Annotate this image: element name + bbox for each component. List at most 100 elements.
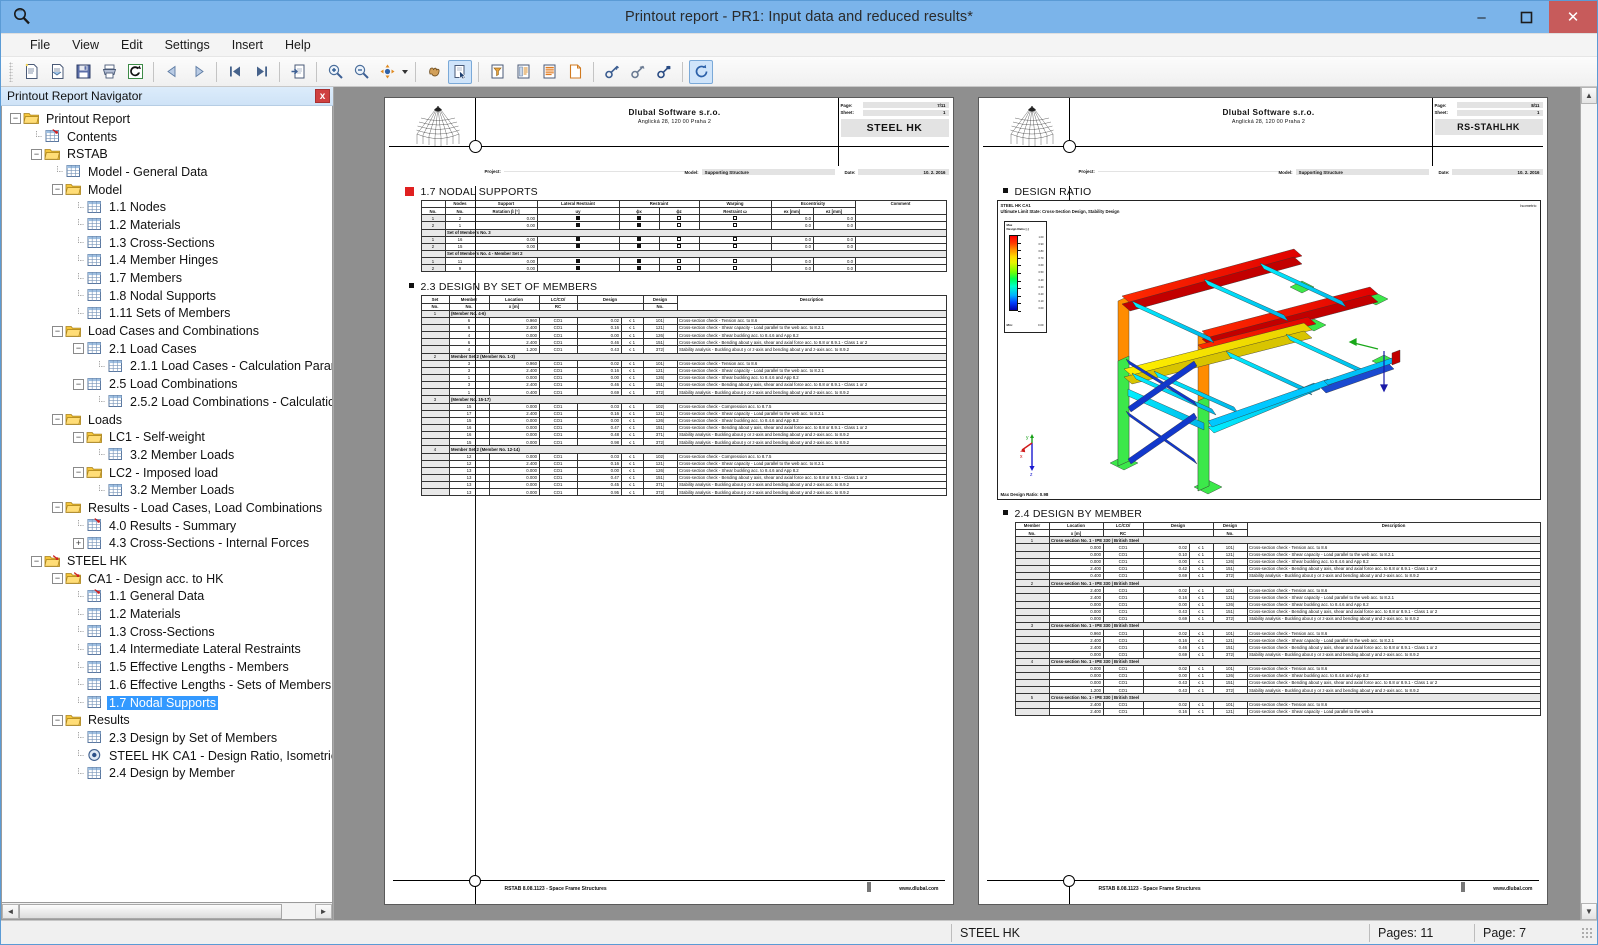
tree-item-printout-report[interactable]: − Printout Report	[6, 110, 332, 128]
tree-item-2-1-load-cases[interactable]: − 2.1 Load Cases	[6, 340, 332, 358]
navigator-horizontal-scrollbar[interactable]: ◄ ►	[1, 903, 333, 920]
menu-help[interactable]: Help	[274, 35, 322, 55]
viewer-vertical-scrollbar[interactable]: ▲ ▼	[1580, 87, 1597, 920]
open-report-icon[interactable]	[45, 60, 69, 84]
scrollbar-track[interactable]	[1581, 104, 1597, 903]
previous-page-icon[interactable]	[160, 60, 184, 84]
tree-collapse-icon[interactable]: −	[52, 573, 63, 585]
tree-item-1-2-materials[interactable]: 1.2 Materials	[6, 605, 332, 623]
filter-page-icon[interactable]	[485, 60, 509, 84]
tree-item-1-4-intermediate-lateral-restraints[interactable]: 1.4 Intermediate Lateral Restraints	[6, 641, 332, 659]
tree-item-4-3-cross-sections-internal-forces[interactable]: +4.3 Cross-Sections - Internal Forces	[6, 535, 332, 553]
select-pointer-icon[interactable]	[448, 59, 472, 84]
tree-item-load-cases-and-combinations[interactable]: − Load Cases and Combinations	[6, 322, 332, 340]
zoom-out-icon[interactable]	[349, 60, 373, 84]
tree-collapse-icon[interactable]: −	[73, 431, 84, 443]
tree-collapse-icon[interactable]: −	[73, 378, 84, 390]
print-icon[interactable]	[97, 60, 121, 84]
tree-collapse-icon[interactable]: −	[31, 148, 42, 160]
tree-collapse-icon[interactable]: −	[73, 467, 84, 479]
close-button[interactable]: ✕	[1549, 1, 1597, 33]
zoom-in-icon[interactable]	[323, 60, 347, 84]
navigator-close-icon[interactable]: x	[315, 89, 330, 103]
pan-dropdown-caret-icon[interactable]	[400, 61, 410, 83]
scrollbar-track[interactable]	[19, 903, 315, 919]
menu-view[interactable]: View	[61, 35, 110, 55]
tree-item-model[interactable]: − Model	[6, 181, 332, 199]
save-report-icon[interactable]	[71, 60, 95, 84]
export-icon[interactable]	[286, 60, 310, 84]
tree-item-2-5-2-load-combinations-calculation-parameters[interactable]: 2.5.2 Load Combinations - Calculation Pa…	[6, 393, 332, 411]
tree-item-2-1-1-load-cases-calculation-parameters[interactable]: 2.1.1 Load Cases - Calculation Parameter…	[6, 358, 332, 376]
reload-view-icon[interactable]	[689, 59, 713, 84]
tree-item-1-4-member-hinges[interactable]: 1.4 Member Hinges	[6, 252, 332, 270]
tree-item-3-2-member-loads[interactable]: 3.2 Member Loads	[6, 481, 332, 499]
tree-item-contents[interactable]: Contents	[6, 128, 332, 146]
refresh-icon[interactable]	[123, 60, 147, 84]
scroll-left-arrow-icon[interactable]: ◄	[2, 903, 19, 919]
scroll-down-arrow-icon[interactable]: ▼	[1581, 903, 1597, 920]
tree-expand-icon[interactable]: +	[73, 537, 84, 549]
scroll-up-arrow-icon[interactable]: ▲	[1581, 87, 1597, 104]
tree-collapse-icon[interactable]: −	[52, 714, 63, 726]
tree-item-ca1-design-acc-to-hk[interactable]: − CA1 - Design acc. to HK	[6, 570, 332, 588]
tree-item-steel-hk[interactable]: − STEEL HK	[6, 552, 332, 570]
tree-item-1-3-cross-sections[interactable]: 1.3 Cross-Sections	[6, 623, 332, 641]
tree-collapse-icon[interactable]: −	[52, 502, 63, 514]
maximize-button[interactable]	[1504, 1, 1549, 33]
resize-grip-icon[interactable]	[1581, 926, 1593, 939]
menu-edit[interactable]: Edit	[110, 35, 154, 55]
tree-item-1-2-materials[interactable]: 1.2 Materials	[6, 216, 332, 234]
new-report-icon[interactable]	[19, 60, 43, 84]
tree-item-rstab[interactable]: − RSTAB	[6, 145, 332, 163]
tree-collapse-icon[interactable]: −	[52, 325, 63, 337]
pan-move-icon[interactable]	[375, 60, 399, 84]
tree-collapse-icon[interactable]: −	[10, 113, 21, 125]
tree-item-2-5-load-combinations[interactable]: − 2.5 Load Combinations	[6, 375, 332, 393]
blank-page-icon[interactable]	[563, 60, 587, 84]
tree-item-lc2-imposed-load[interactable]: − LC2 - Imposed load	[6, 464, 332, 482]
tree-collapse-icon[interactable]: −	[73, 343, 84, 355]
tree-collapse-icon[interactable]: −	[31, 555, 42, 567]
menu-file[interactable]: File	[19, 35, 61, 55]
tree-item-1-11-sets-of-members[interactable]: 1.11 Sets of Members	[6, 305, 332, 323]
tree-item-loads[interactable]: − Loads	[6, 411, 332, 429]
tree-item-1-7-members[interactable]: 1.7 Members	[6, 269, 332, 287]
last-page-icon[interactable]	[249, 60, 273, 84]
report-page-right[interactable]: Dlubal Software s.r.o. Anglická 28, 120 …	[977, 97, 1548, 905]
tree-item-4-0-results-summary[interactable]: 4.0 Results - Summary	[6, 517, 332, 535]
tree-item-1-1-nodes[interactable]: 1.1 Nodes	[6, 198, 332, 216]
tree-item-1-3-cross-sections[interactable]: 1.3 Cross-Sections	[6, 234, 332, 252]
tree-collapse-icon[interactable]: −	[52, 414, 63, 426]
key-settings-icon[interactable]	[600, 60, 624, 84]
document-viewer[interactable]: Dlubal Software s.r.o. Anglická 28, 120 …	[334, 87, 1597, 920]
design-ratio-graphic[interactable]: STEEL HK CA1 Ultimate Limit State: Cross…	[996, 200, 1541, 500]
tree-item-1-7-nodal-supports[interactable]: 1.7 Nodal Supports	[6, 694, 332, 712]
toolbar-grip[interactable]	[9, 61, 13, 82]
tree-item-model-general-data[interactable]: Model - General Data	[6, 163, 332, 181]
page-layout-icon[interactable]	[511, 60, 535, 84]
minimize-button[interactable]: –	[1459, 1, 1504, 33]
next-page-icon[interactable]	[186, 60, 210, 84]
tree-item-2-3-design-by-set-of-members[interactable]: 2.3 Design by Set of Members	[6, 729, 332, 747]
tree-item-2-4-design-by-member[interactable]: 2.4 Design by Member	[6, 764, 332, 782]
hand-tool-icon[interactable]	[422, 60, 446, 84]
report-page-left[interactable]: Dlubal Software s.r.o. Anglická 28, 120 …	[383, 97, 954, 905]
scroll-right-arrow-icon[interactable]: ►	[315, 903, 332, 919]
tree-item-1-8-nodal-supports[interactable]: 1.8 Nodal Supports	[6, 287, 332, 305]
tree-item-1-1-general-data[interactable]: 1.1 General Data	[6, 588, 332, 606]
menu-insert[interactable]: Insert	[221, 35, 274, 55]
tree-item-lc1-self-weight[interactable]: − LC1 - Self-weight	[6, 428, 332, 446]
tree-item-results-load-cases-load-combinations[interactable]: − Results - Load Cases, Load Combinations	[6, 499, 332, 517]
menu-settings[interactable]: Settings	[154, 35, 221, 55]
lock-icon[interactable]	[652, 60, 676, 84]
first-page-icon[interactable]	[223, 60, 247, 84]
tree-item-1-5-effective-lengths-members[interactable]: 1.5 Effective Lengths - Members	[6, 658, 332, 676]
scrollbar-thumb[interactable]	[19, 903, 282, 919]
tree-item-3-2-member-loads[interactable]: 3.2 Member Loads	[6, 446, 332, 464]
tree-collapse-icon[interactable]: −	[52, 184, 63, 196]
unlock-icon[interactable]	[626, 60, 650, 84]
tree-item-results[interactable]: − Results	[6, 711, 332, 729]
tree-item-steel-hk-ca1-design-ratio-isometric[interactable]: STEEL HK CA1 - Design Ratio, Isometric	[6, 747, 332, 765]
page-content-icon[interactable]	[537, 60, 561, 84]
